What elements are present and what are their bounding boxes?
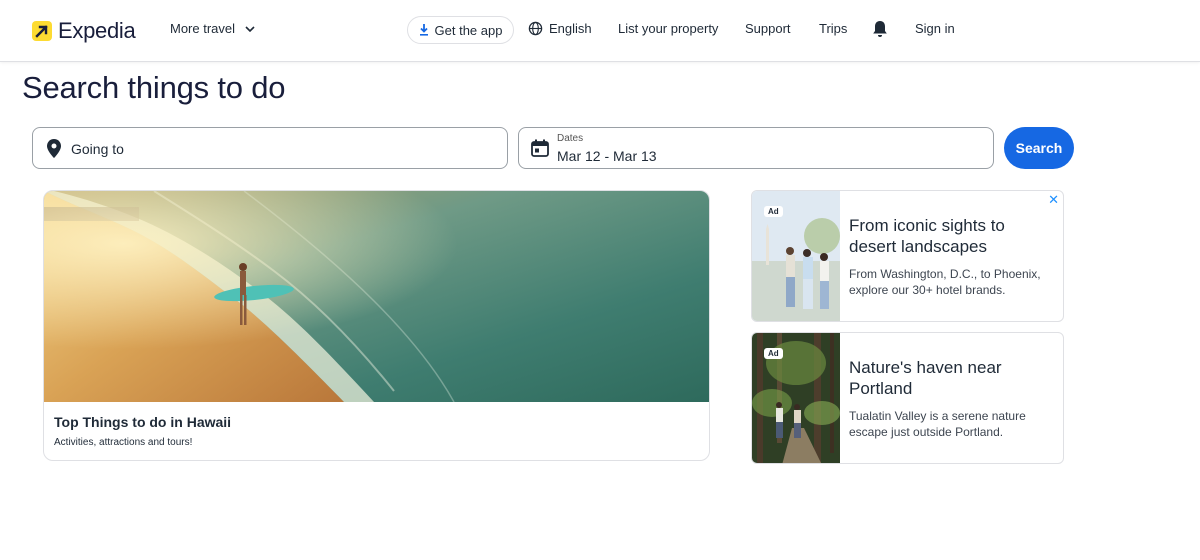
hero-card-title: Top Things to do in Hawaii [54, 414, 232, 430]
sign-in-label: Sign in [915, 21, 955, 36]
dates-field[interactable]: Dates Mar 12 - Mar 13 [518, 127, 994, 169]
list-your-property-link[interactable]: List your property [618, 21, 718, 36]
ad-badge: Ad [764, 348, 783, 359]
list-your-property-label: List your property [618, 21, 719, 36]
support-link[interactable]: Support [745, 21, 791, 36]
trips-link[interactable]: Trips [819, 21, 847, 36]
get-the-app-label: Get the app [434, 22, 503, 38]
more-travel-menu[interactable]: More travel [170, 21, 255, 36]
going-to-field[interactable]: Going to [32, 127, 508, 169]
chevron-down-icon [245, 25, 255, 32]
language-label: English [549, 21, 592, 36]
get-the-app-button[interactable]: Get the app [407, 16, 514, 44]
support-label: Support [745, 21, 791, 36]
expedia-logo[interactable]: Expedia [32, 18, 136, 44]
ad-title: Nature's haven near Portland [849, 358, 1002, 398]
page-title: Search things to do [22, 70, 286, 105]
hawaii-beach-image [44, 191, 709, 402]
ad-title: From iconic sights to desert landscapes [849, 216, 1005, 256]
top-header: Expedia More travel Get the app English … [0, 0, 1200, 62]
close-icon[interactable]: ✕ [1048, 192, 1059, 208]
hawaii-things-to-do-card[interactable]: Top Things to do in Hawaii Activities, a… [43, 190, 710, 461]
bell-icon [873, 21, 887, 37]
download-icon [419, 24, 428, 36]
location-pin-icon [47, 139, 61, 158]
calendar-icon [531, 139, 549, 157]
hero-card-subtitle: Activities, attractions and tours! [54, 437, 193, 448]
going-to-placeholder: Going to [71, 141, 124, 157]
dates-label: Dates [557, 133, 584, 144]
notifications-button[interactable] [872, 20, 888, 38]
search-button[interactable]: Search [1004, 127, 1074, 169]
dates-value: Mar 12 - Mar 13 [557, 148, 657, 164]
ad-description: Tualatin Valley is a serene nature escap… [849, 409, 1026, 439]
ad-card-hotel-brands[interactable]: Ad From iconic sights to desert landscap… [751, 190, 1064, 322]
sign-in-link[interactable]: Sign in [915, 21, 955, 36]
trips-label: Trips [819, 21, 848, 36]
more-travel-label: More travel [170, 21, 236, 36]
logo-text: Expedia [58, 18, 136, 43]
language-selector[interactable]: English [528, 21, 592, 36]
ad-card-portland[interactable]: Ad Nature's haven near Portland Tualatin… [751, 332, 1064, 464]
ad-description: From Washington, D.C., to Phoenix, explo… [849, 267, 1041, 297]
expedia-logo-icon [32, 21, 52, 41]
ad-badge: Ad [764, 206, 783, 217]
globe-icon [528, 21, 543, 36]
